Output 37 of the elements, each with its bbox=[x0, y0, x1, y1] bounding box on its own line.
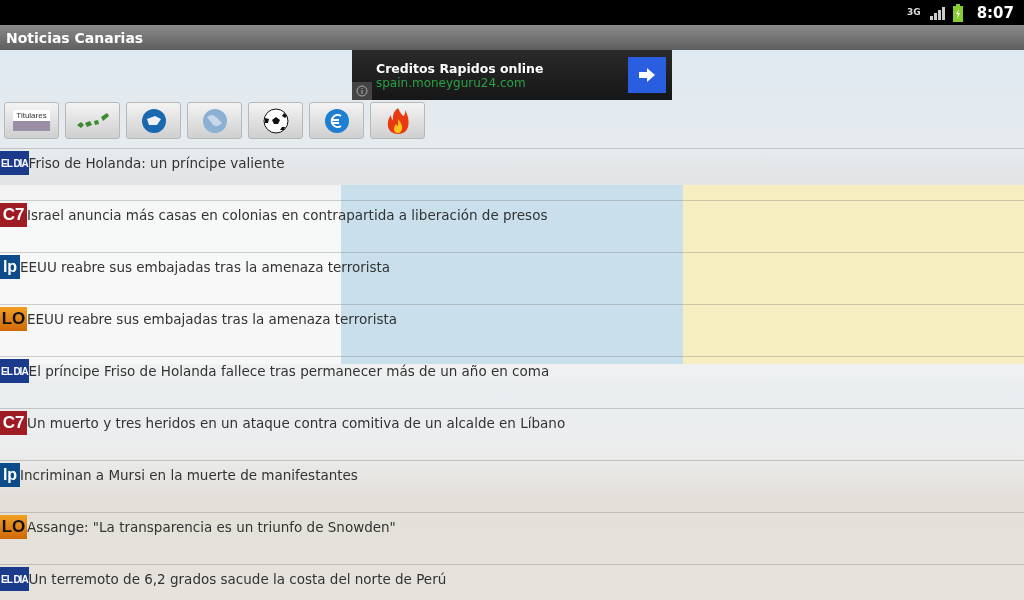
news-headline[interactable]: EEUU reabre sus embajadas tras la amenaza terrorista bbox=[20, 255, 391, 279]
info-icon[interactable] bbox=[352, 82, 372, 100]
headlines-button[interactable]: Titulares bbox=[4, 102, 59, 139]
source-logo: lp bbox=[0, 463, 20, 487]
news-headline[interactable]: EEUU reabre sus embajadas tras la amenaza terrorista bbox=[27, 307, 398, 331]
football-button[interactable] bbox=[248, 102, 303, 139]
network-type-label: 3G bbox=[907, 8, 921, 17]
news-headline[interactable]: Assange: "La transparencia es un triunfo de Snowden" bbox=[27, 515, 396, 539]
island-button[interactable] bbox=[126, 102, 181, 139]
ad-title: Creditos Rapidos online bbox=[376, 60, 545, 76]
signal-icon bbox=[928, 5, 945, 20]
ad-banner[interactable]: Creditos Rapidos online spain.moneyguru24.com bbox=[352, 50, 672, 100]
source-logo: LO bbox=[0, 515, 27, 539]
football-icon bbox=[261, 107, 290, 134]
source-logo: lp bbox=[0, 255, 20, 279]
euro-icon bbox=[322, 107, 351, 134]
source-logo: EL DIA bbox=[0, 151, 29, 175]
news-headline[interactable]: Incriminan a Mursi en la muerte de manifestantes bbox=[20, 463, 358, 487]
ad-url: spain.moneyguru24.com bbox=[376, 75, 527, 90]
fire-icon bbox=[385, 106, 410, 135]
news-headline[interactable]: Israel anuncia más casas en colonias en contrapartida a liberación de presos bbox=[27, 203, 548, 227]
source-logo: LO bbox=[0, 307, 27, 331]
window-title: Noticias Canarias bbox=[6, 29, 144, 46]
euro-button[interactable] bbox=[309, 102, 364, 139]
source-logo: EL DIA bbox=[0, 359, 29, 383]
right-arrow-icon bbox=[639, 68, 655, 82]
source-logo: C7 bbox=[0, 411, 27, 435]
source-logo: C7 bbox=[0, 203, 27, 227]
ad-arrow-button[interactable] bbox=[628, 57, 666, 93]
islands-button[interactable] bbox=[65, 102, 120, 139]
island-icon bbox=[139, 107, 168, 134]
clock-time: 8:07 bbox=[976, 3, 1014, 22]
fire-button[interactable] bbox=[370, 102, 425, 139]
battery-icon bbox=[952, 3, 963, 22]
news-headline[interactable]: Un muerto y tres heridos en un ataque contra comitiva de un alcalde en Líbano bbox=[27, 411, 566, 435]
globe-icon bbox=[200, 107, 229, 134]
source-logo: EL DIA bbox=[0, 567, 29, 591]
